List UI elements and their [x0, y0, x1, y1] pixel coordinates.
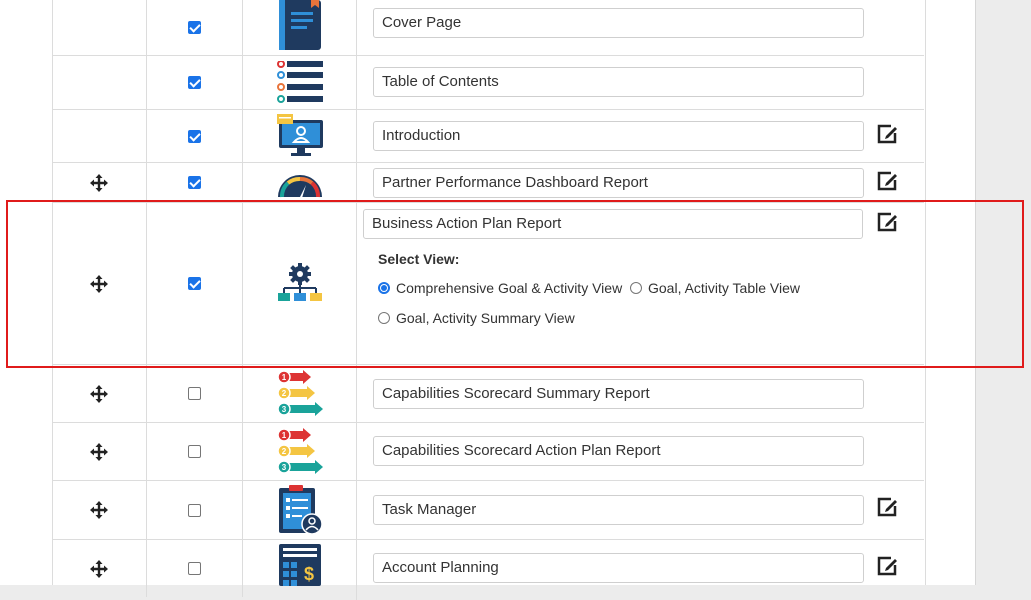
include-checkbox[interactable]	[188, 76, 201, 89]
table-row: Table of Contents	[52, 56, 924, 110]
icon-cell	[243, 56, 357, 109]
include-checkbox[interactable]	[188, 129, 201, 143]
section-title-input[interactable]: Account Planning	[373, 553, 864, 583]
include-checkbox[interactable]	[188, 21, 201, 34]
include-cell	[147, 540, 243, 597]
edit-icon[interactable]	[876, 123, 898, 145]
drag-cell	[52, 56, 147, 109]
include-checkbox[interactable]	[188, 387, 201, 400]
table-row: 1 2 3 Capabilities Scorecard Action Plan…	[52, 423, 924, 481]
edit-icon[interactable]	[876, 496, 898, 518]
include-checkbox[interactable]	[188, 176, 201, 189]
icon-cell	[243, 0, 357, 55]
icon-cell: 1 2 3	[243, 365, 357, 422]
drag-cell	[52, 110, 147, 162]
section-title-input[interactable]: Cover Page	[373, 8, 864, 38]
section-title-input[interactable]: Table of Contents	[373, 67, 864, 97]
table-row: Partner Performance Dashboard Report	[52, 163, 924, 203]
include-cell	[147, 423, 243, 480]
svg-text:1: 1	[282, 431, 287, 440]
edit-icon[interactable]	[876, 170, 898, 192]
section-title-input[interactable]: Capabilities Scorecard Summary Report	[373, 379, 864, 409]
table-row: 1 2 3 Capabilities Scorecard Summary Rep…	[52, 365, 924, 423]
include-cell	[147, 163, 243, 202]
section-title-input[interactable]: Introduction	[373, 121, 864, 151]
move-handle-icon[interactable]	[89, 173, 109, 193]
include-cell	[147, 481, 243, 539]
table-row: Cover Page	[52, 0, 924, 56]
svg-text:2: 2	[282, 447, 287, 456]
section-title-input[interactable]: Partner Performance Dashboard Report	[373, 168, 864, 198]
include-checkbox[interactable]	[188, 445, 201, 458]
cover-page-book-icon	[279, 0, 321, 50]
move-handle-icon[interactable]	[89, 442, 109, 462]
drag-cell	[52, 365, 147, 422]
table-row: Introduction	[52, 110, 924, 163]
include-cell	[147, 56, 243, 109]
svg-text:$: $	[304, 564, 314, 584]
icon-cell	[243, 163, 357, 202]
drag-cell	[52, 540, 147, 597]
include-cell	[147, 365, 243, 422]
svg-text:3: 3	[282, 463, 287, 472]
table-row: Task Manager	[52, 481, 924, 540]
icon-cell: 1 2 3	[243, 423, 357, 480]
include-cell	[147, 0, 243, 55]
section-title-input[interactable]: Capabilities Scorecard Action Plan Repor…	[373, 436, 864, 466]
move-handle-icon[interactable]	[89, 500, 109, 520]
icon-cell: $	[243, 540, 357, 600]
icon-cell	[243, 481, 357, 539]
table-row: $ Account Planning	[52, 540, 924, 600]
numbered-arrows-icon: 1 2 3	[277, 370, 323, 416]
include-cell	[147, 110, 243, 162]
include-checkbox[interactable]	[188, 503, 201, 517]
svg-text:1: 1	[282, 373, 287, 382]
clipboard-user-icon	[279, 485, 323, 535]
svg-text:3: 3	[282, 405, 287, 414]
drag-cell	[52, 481, 147, 539]
include-checkbox[interactable]	[188, 562, 201, 575]
gauge-icon	[278, 175, 322, 198]
edit-icon[interactable]	[876, 555, 898, 577]
move-handle-icon[interactable]	[89, 559, 109, 579]
drag-cell	[52, 423, 147, 480]
calculator-dollar-icon: $	[279, 544, 321, 586]
monitor-user-icon	[277, 114, 323, 156]
move-handle-icon[interactable]	[89, 384, 109, 404]
svg-text:2: 2	[282, 389, 287, 398]
numbered-arrows-icon: 1 2 3	[277, 428, 323, 474]
drag-cell	[52, 163, 147, 202]
section-title-input[interactable]: Task Manager	[373, 495, 864, 525]
highlight-box	[6, 200, 1024, 368]
drag-cell	[52, 0, 147, 55]
list-icon	[277, 61, 323, 103]
icon-cell	[243, 110, 357, 162]
